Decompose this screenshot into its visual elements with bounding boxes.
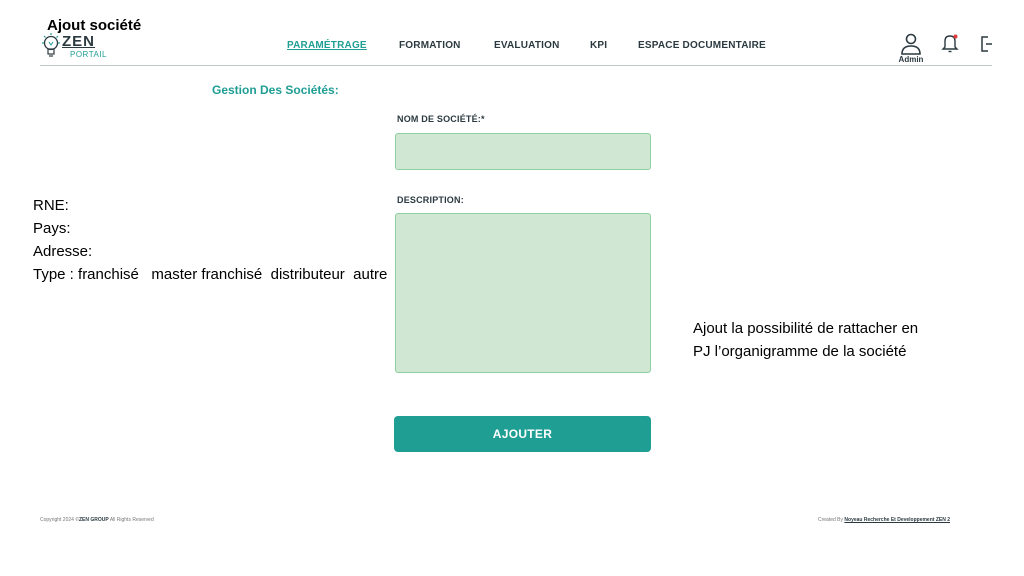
annotation-line-pays: Pays:: [33, 220, 71, 237]
credit-prefix: Created By: [818, 517, 845, 523]
annotation-line-type: Type : franchisé master franchisé distri…: [33, 266, 388, 283]
logo-zen-text: ZEN: [62, 33, 95, 50]
logo-portail-text: PORTAIL: [70, 50, 107, 59]
nav-item-espace-documentaire[interactable]: ESPACE DOCUMENTAIRE: [638, 40, 766, 51]
description-label: DESCRIPTION:: [397, 195, 464, 205]
copyright-brand: ZEN GROUP: [78, 517, 109, 523]
annotation-line-adresse: Adresse:: [33, 243, 93, 260]
nav-item-evaluation[interactable]: EVALUATION: [494, 40, 560, 51]
admin-account-button[interactable]: Admin: [896, 33, 926, 65]
nav-item-parametrage[interactable]: PARAMÉTRAGE: [287, 40, 367, 51]
user-icon: [901, 33, 921, 55]
annotation-extra-fields: RNE: Pays: Adresse: Type : franchisé master…: [33, 194, 387, 286]
admin-label: Admin: [898, 55, 924, 64]
nav-item-kpi[interactable]: KPI: [590, 40, 607, 51]
annotation-line-rne: RNE:: [33, 197, 69, 214]
annotation-attachment-note: Ajout la possibilité de rattacher en PJ …: [693, 320, 919, 360]
company-name-label: NOM DE SOCIÉTÉ:*: [397, 114, 485, 124]
nav-item-formation[interactable]: FORMATION: [399, 40, 461, 51]
logout-icon[interactable]: [980, 35, 992, 53]
footer-credit: Created By Noyeau Recherche Et Developpe…: [818, 517, 992, 523]
lightbulb-icon: [42, 33, 60, 57]
zen-portail-logo[interactable]: ZEN PORTAIL: [40, 30, 120, 62]
description-textarea[interactable]: [395, 213, 651, 373]
copyright-prefix: Copyright 2024 ©: [40, 517, 79, 523]
add-company-button[interactable]: AJOUTER: [394, 416, 651, 452]
footer-copyright: Copyright 2024 ©ZEN GROUP All Rights Res…: [40, 517, 154, 523]
bell-icon[interactable]: [941, 33, 959, 53]
header-divider: [40, 65, 992, 66]
section-title: Gestion Des Sociétés:: [212, 83, 339, 97]
company-name-input[interactable]: [395, 133, 651, 170]
credit-link[interactable]: Noyeau Recherche Et Developpement ZEN 2: [844, 517, 950, 523]
copyright-suffix: All Rights Reserved: [108, 517, 154, 523]
